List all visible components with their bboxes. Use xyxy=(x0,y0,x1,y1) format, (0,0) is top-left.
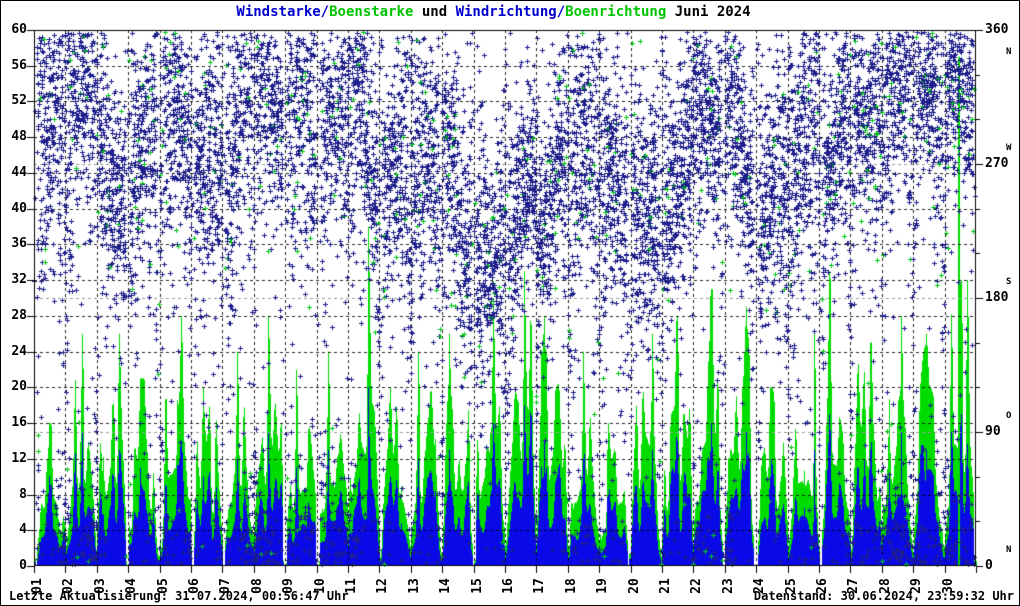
title-segment-windrichtung: Windrichtung/ xyxy=(455,4,566,20)
left-tick-label-36: 36 xyxy=(11,236,27,252)
compass-letter-N-360: N xyxy=(1006,47,1012,57)
compass-letter-O-90: O xyxy=(1006,411,1012,421)
right-tick-label-180: 180 xyxy=(985,290,1009,305)
left-tick-label-0: 0 xyxy=(19,558,27,573)
left-tick-label-4: 4 xyxy=(19,522,27,538)
data-state-text: Datenstand: 30.06.2024, 23:59:32 Uhr xyxy=(753,589,1014,603)
left-tick-label-24: 24 xyxy=(11,343,27,359)
left-tick-label-48: 48 xyxy=(11,129,27,145)
left-tick-label-16: 16 xyxy=(11,415,27,431)
title-segment-boenstarke: Boenstarke xyxy=(329,4,414,20)
left-tick-label-28: 28 xyxy=(11,307,27,323)
left-tick-label-12: 12 xyxy=(11,450,27,466)
day-label-15: 15 xyxy=(469,578,485,594)
left-tick-label-60: 60 xyxy=(11,22,27,37)
right-tick-label-270: 270 xyxy=(985,156,1009,171)
day-label-13: 13 xyxy=(406,578,422,594)
day-label-17: 17 xyxy=(532,578,548,594)
wind-chart-frame: Windstarke/Boenstarke und Windrichtung/B… xyxy=(0,0,1020,606)
title-segment-boenrichtung: Boenrichtung xyxy=(565,4,667,20)
wind-direction-strength-chart-canvas xyxy=(1,1,1019,605)
day-label-12: 12 xyxy=(375,578,391,594)
day-label-16: 16 xyxy=(501,578,516,594)
right-tick-label-90: 90 xyxy=(985,424,1001,439)
left-tick-label-8: 8 xyxy=(19,486,27,502)
day-label-14: 14 xyxy=(438,578,454,594)
title-segment-juni-2024: Juni 2024 xyxy=(666,4,751,20)
day-label-20: 20 xyxy=(626,578,642,594)
left-tick-label-20: 20 xyxy=(11,379,27,395)
day-label-23: 23 xyxy=(720,578,736,594)
compass-letter-W-270: W xyxy=(1006,143,1012,153)
chart-title: Windstarke/Boenstarke und Windrichtung/B… xyxy=(1,4,986,20)
title-segment-windstarke: Windstarke/ xyxy=(236,4,330,20)
compass-letter-S-180: S xyxy=(1006,277,1012,287)
day-label-18: 18 xyxy=(563,578,579,594)
left-tick-label-44: 44 xyxy=(11,164,27,180)
left-tick-label-40: 40 xyxy=(11,200,27,216)
left-tick-label-52: 52 xyxy=(11,93,27,109)
day-label-19: 19 xyxy=(595,578,611,594)
compass-letter-N-0: N xyxy=(1006,545,1012,555)
left-tick-label-32: 32 xyxy=(11,272,27,288)
last-update-text: Letzte Aktualisierung: 31.07.2024, 00:56… xyxy=(9,589,349,603)
day-label-21: 21 xyxy=(658,578,673,594)
right-tick-label-360: 360 xyxy=(985,22,1009,37)
right-tick-label-0: 0 xyxy=(985,558,993,573)
title-segment-und: und xyxy=(413,4,456,20)
day-label-22: 22 xyxy=(689,578,705,594)
left-tick-label-56: 56 xyxy=(11,57,27,73)
